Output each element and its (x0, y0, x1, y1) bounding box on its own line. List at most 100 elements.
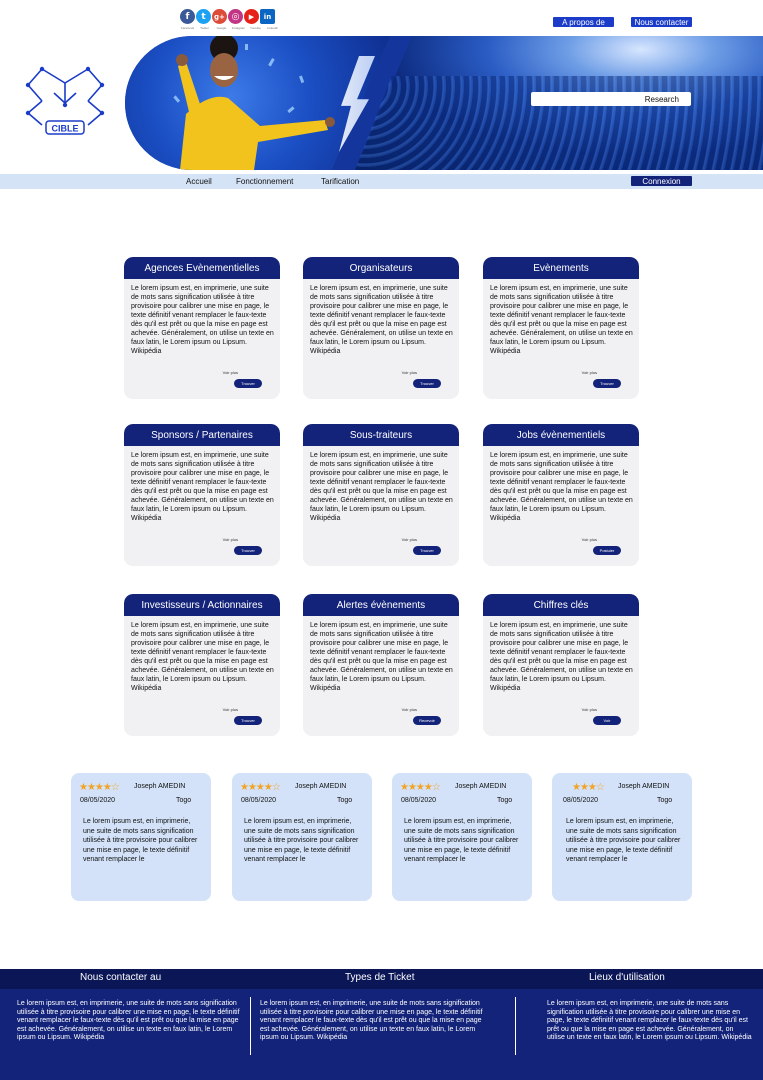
service-card: Organisateurs Le lorem ipsum est, en imp… (303, 257, 459, 399)
youtube-icon[interactable]: ▶ (244, 9, 259, 24)
reviewer-name: Joseph AMEDIN (455, 783, 507, 790)
reviewer-name: Joseph AMEDIN (134, 783, 186, 790)
review-date: 08/05/2020 (563, 797, 599, 804)
card-title: Sous-traiteurs (303, 424, 459, 446)
google-plus-icon[interactable]: g+ (212, 9, 227, 24)
service-card: Jobs évènementiels Le lorem ipsum est, e… (483, 424, 639, 566)
card-action-button[interactable]: Trouver (593, 379, 621, 388)
rating-stars-icon: ★★★★☆ (79, 782, 120, 793)
rating-stars-icon: ★★★☆ (572, 782, 605, 793)
footer-title-tickets: Types de Ticket (345, 972, 415, 983)
review-date: 08/05/2020 (80, 797, 116, 804)
service-card: Sous-traiteurs Le lorem ipsum est, en im… (303, 424, 459, 566)
social-label: Instagram (231, 26, 246, 30)
card-title: Alertes évènements (303, 594, 459, 616)
about-button[interactable]: A propos de (553, 17, 614, 27)
card-more-link[interactable]: Voir plus (582, 707, 597, 712)
card-more-link[interactable]: Voir plus (223, 537, 238, 542)
login-button[interactable]: Connexion (631, 176, 692, 186)
card-text: Le lorem ipsum est, en imprimerie, une s… (131, 285, 274, 355)
search-input[interactable]: Research (531, 92, 691, 106)
review-text: Le lorem ipsum est, en imprimerie, une s… (83, 818, 198, 863)
nav-item-tarification[interactable]: Tarification (321, 177, 359, 186)
card-title: Sponsors / Partenaires (124, 424, 280, 446)
card-more-link[interactable]: Voir plus (402, 707, 417, 712)
footer-text-places: Le lorem ipsum est, en imprimerie, une s… (547, 1000, 752, 1042)
hero-person-image (173, 36, 335, 170)
card-text: Le lorem ipsum est, en imprimerie, une s… (310, 452, 453, 522)
service-card: Investisseurs / Actionnaires Le lorem ip… (124, 594, 280, 736)
review-card: ★★★☆ Joseph AMEDIN 08/05/2020 Togo Le lo… (552, 773, 692, 901)
crowd-texture (355, 76, 763, 170)
twitter-icon[interactable]: t (196, 9, 211, 24)
review-text: Le lorem ipsum est, en imprimerie, une s… (566, 818, 681, 863)
review-country: Togo (176, 797, 192, 804)
card-action-button[interactable]: Trouver (413, 379, 441, 388)
review-date: 08/05/2020 (401, 797, 437, 804)
cible-logo[interactable]: CIBLE (22, 63, 108, 139)
social-links: f t g+ ◎ ▶ in (180, 9, 275, 24)
review-card: ★★★★☆ Joseph AMEDIN 08/05/2020 Togo Le l… (232, 773, 372, 901)
card-more-link[interactable]: Voir plus (223, 707, 238, 712)
card-action-button[interactable]: Recevoir (413, 716, 441, 725)
card-text: Le lorem ipsum est, en imprimerie, une s… (490, 285, 633, 355)
rating-stars-icon: ★★★★☆ (240, 782, 281, 793)
facebook-icon[interactable]: f (180, 9, 195, 24)
nav-item-accueil[interactable]: Accueil (186, 177, 212, 186)
card-title: Agences Evènementielles (124, 257, 280, 279)
review-text: Le lorem ipsum est, en imprimerie, une s… (404, 818, 519, 863)
review-card: ★★★★☆ Joseph AMEDIN 08/05/2020 Togo Le l… (392, 773, 532, 901)
footer-divider (250, 997, 251, 1055)
linkedin-icon[interactable]: in (260, 9, 275, 24)
service-card: Agences Evènementielles Le lorem ipsum e… (124, 257, 280, 399)
social-label: Linkedin (266, 26, 279, 30)
card-more-link[interactable]: Voir plus (223, 370, 238, 375)
service-card: Evènements Le lorem ipsum est, en imprim… (483, 257, 639, 399)
review-text: Le lorem ipsum est, en imprimerie, une s… (244, 818, 359, 863)
social-label: Google (216, 26, 227, 30)
card-text: Le lorem ipsum est, en imprimerie, une s… (310, 622, 453, 692)
footer-title-contact: Nous contacter au (80, 972, 162, 983)
card-title: Organisateurs (303, 257, 459, 279)
card-action-button[interactable]: Postuler (593, 546, 621, 555)
footer-text-contact: Le lorem ipsum est, en imprimerie, une s… (17, 1000, 240, 1042)
service-card: Alertes évènements Le lorem ipsum est, e… (303, 594, 459, 736)
review-country: Togo (657, 797, 673, 804)
card-action-button[interactable]: Voir (593, 716, 621, 725)
service-card: Sponsors / Partenaires Le lorem ipsum es… (124, 424, 280, 566)
logo-text: CIBLE (52, 124, 79, 134)
card-more-link[interactable]: Voir plus (402, 537, 417, 542)
nav-item-fonctionnement[interactable]: Fonctionnement (236, 177, 293, 186)
card-more-link[interactable]: Voir plus (402, 370, 417, 375)
card-action-button[interactable]: Trouver (413, 546, 441, 555)
reviewer-name: Joseph AMEDIN (295, 783, 347, 790)
card-text: Le lorem ipsum est, en imprimerie, une s… (490, 622, 633, 692)
card-action-button[interactable]: Trouver (234, 716, 262, 725)
social-label: Youtube (250, 26, 261, 30)
card-text: Le lorem ipsum est, en imprimerie, une s… (310, 285, 453, 355)
footer-text-tickets: Le lorem ipsum est, en imprimerie, une s… (260, 1000, 483, 1042)
footer-divider (515, 997, 516, 1055)
card-action-button[interactable]: Trouver (234, 546, 262, 555)
card-more-link[interactable]: Voir plus (582, 370, 597, 375)
social-label: Facebook (180, 26, 195, 30)
card-more-link[interactable]: Voir plus (582, 537, 597, 542)
card-title: Investisseurs / Actionnaires (124, 594, 280, 616)
card-text: Le lorem ipsum est, en imprimerie, une s… (131, 452, 274, 522)
instagram-icon[interactable]: ◎ (228, 9, 243, 24)
card-text: Le lorem ipsum est, en imprimerie, une s… (131, 622, 274, 692)
card-action-button[interactable]: Trouver (234, 379, 262, 388)
review-country: Togo (497, 797, 513, 804)
card-title: Chiffres clés (483, 594, 639, 616)
card-title: Evènements (483, 257, 639, 279)
card-title: Jobs évènementiels (483, 424, 639, 446)
reviewer-name: Joseph AMEDIN (618, 783, 670, 790)
rating-stars-icon: ★★★★☆ (400, 782, 441, 793)
card-text: Le lorem ipsum est, en imprimerie, une s… (490, 452, 633, 522)
contact-button[interactable]: Nous contacter (631, 17, 692, 27)
review-date: 08/05/2020 (241, 797, 277, 804)
social-label: Twitter (200, 26, 209, 30)
footer-title-places: Lieux d'utilisation (589, 972, 665, 983)
social-labels: Facebook Twitter Google Instagram Youtub… (180, 26, 280, 30)
review-country: Togo (337, 797, 353, 804)
